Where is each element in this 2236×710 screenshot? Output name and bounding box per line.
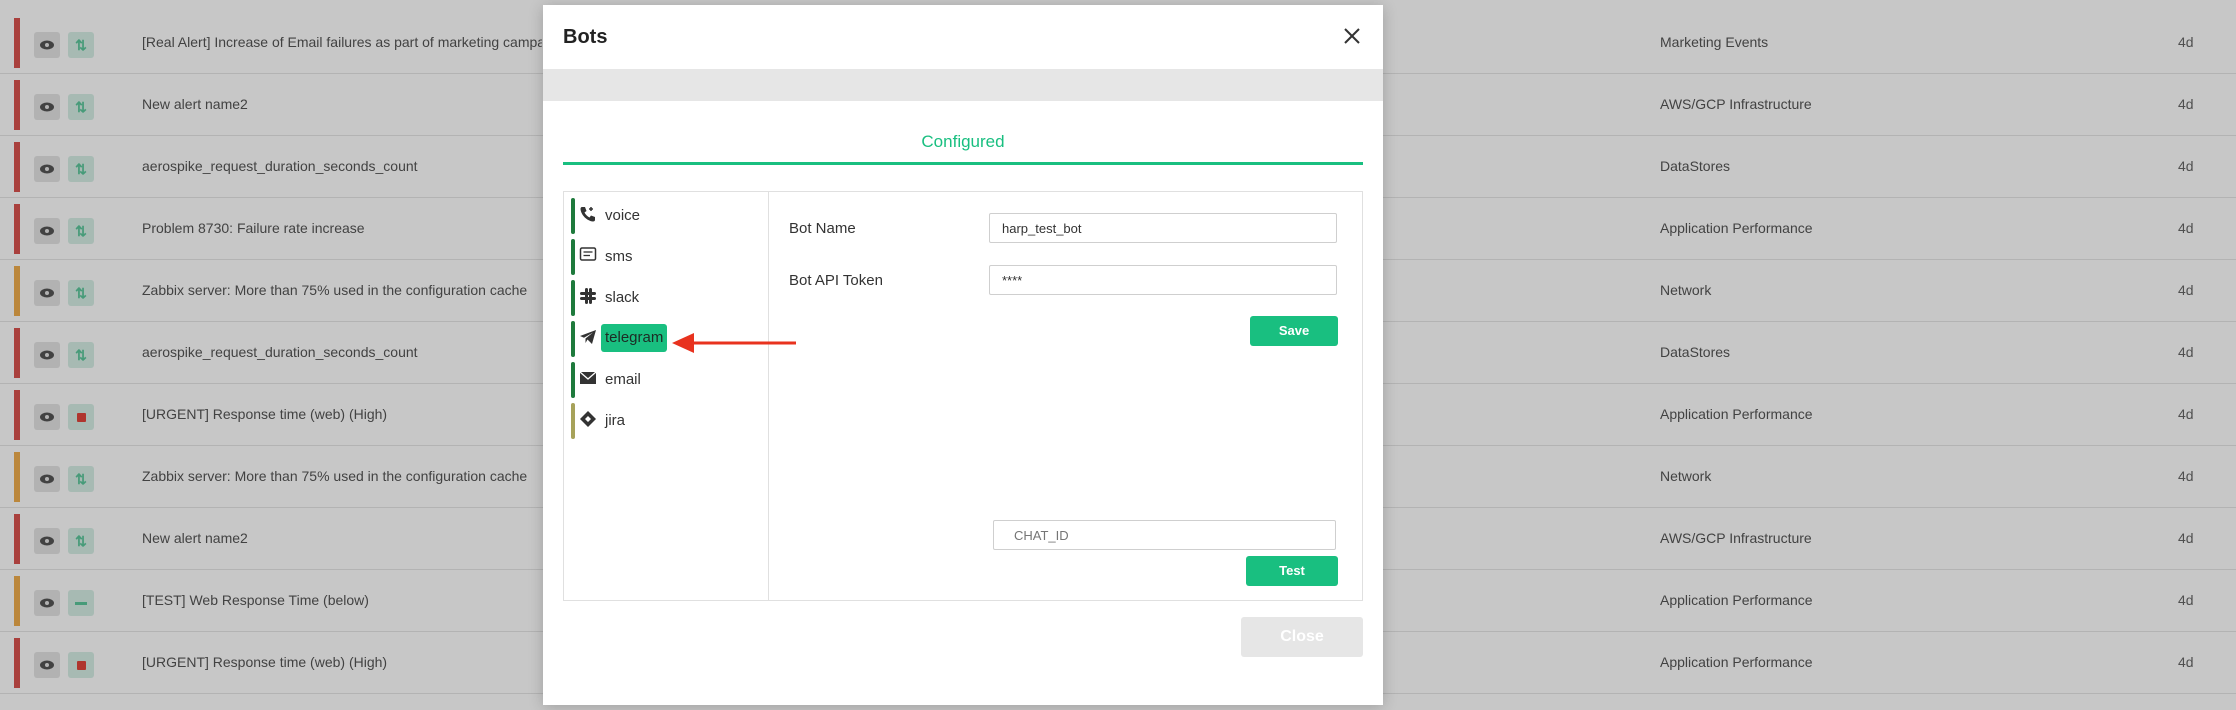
telegram-icon [580,330,596,344]
channel-label-selected: telegram [601,324,668,352]
phone-icon [580,207,595,222]
modal-header: Bots [543,5,1383,69]
modal-title: Bots [563,26,608,48]
bot-token-label: Bot API Token [789,272,883,289]
bot-config-panel: voice sms slack telegram email jira Bot … [563,191,1363,601]
channel-label: email [605,371,641,388]
channel-bar [571,239,575,275]
channel-label: jira [605,412,626,429]
message-icon [579,247,597,261]
slack-icon [580,288,596,304]
channel-item-slack[interactable]: slack [571,280,751,316]
close-button[interactable]: Close [1241,617,1363,657]
channel-list: voice sms slack telegram email jira [564,192,769,600]
channel-bar [571,321,575,357]
channel-bar [571,198,575,234]
channel-bar [571,403,575,439]
bot-name-input[interactable] [989,213,1337,243]
close-icon[interactable] [1341,25,1363,47]
save-button[interactable]: Save [1250,316,1338,346]
channel-item-email[interactable]: email [571,362,751,398]
bot-name-label: Bot Name [789,220,856,237]
channel-item-sms[interactable]: sms [571,239,751,275]
channel-label: voice [605,207,641,224]
channel-bar [571,280,575,316]
bot-token-input[interactable] [989,265,1337,295]
channel-label: slack [605,289,640,306]
channel-bar [571,362,575,398]
channel-item-voice[interactable]: voice [571,198,751,234]
channel-label: sms [605,248,633,265]
channel-item-jira[interactable]: jira [571,403,751,439]
jira-icon [580,411,596,427]
test-button[interactable]: Test [1246,556,1338,586]
envelope-icon [579,371,597,384]
tab-configured[interactable]: Configured [563,125,1363,165]
annotation-arrow-icon [672,333,796,353]
bots-modal: Bots Configured voice sms slack telegram… [543,5,1383,705]
chat-id-input[interactable] [993,520,1336,550]
modal-subheader [543,69,1383,101]
